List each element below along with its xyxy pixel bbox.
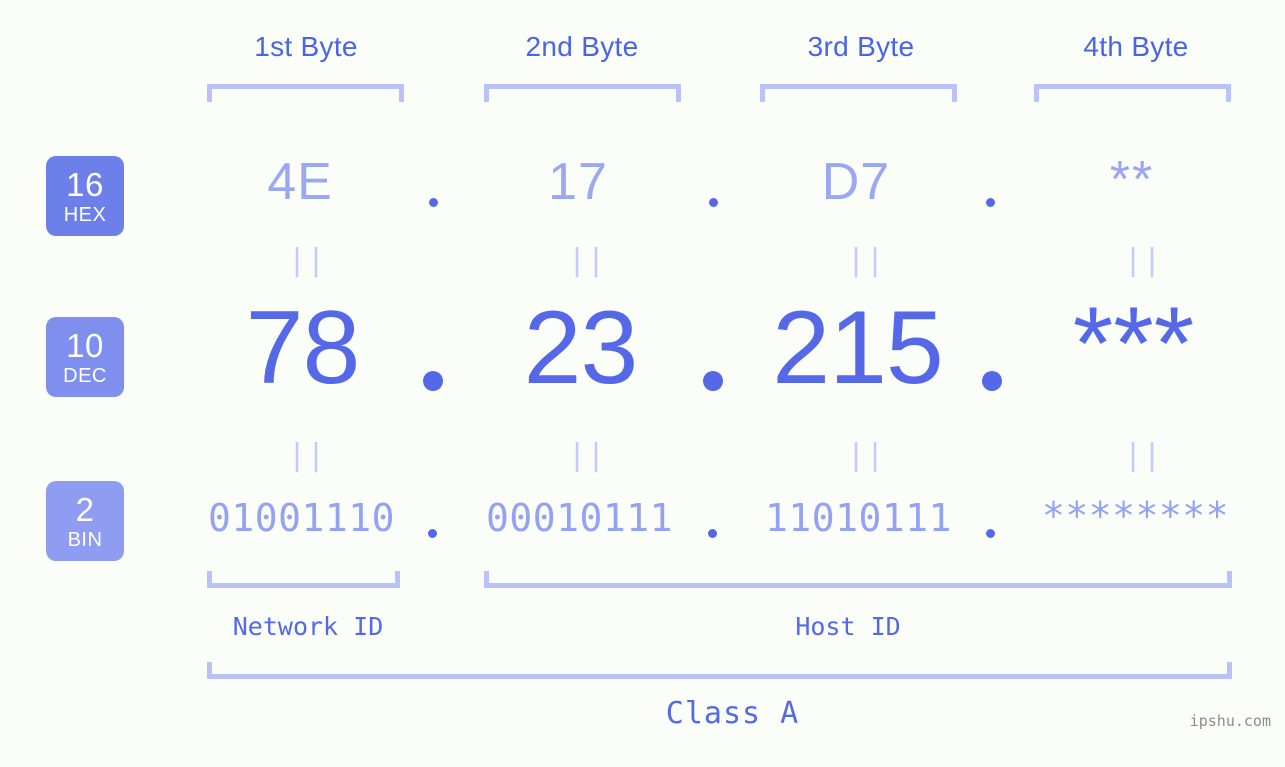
equality-marker-dec-bin-1: || [288, 438, 327, 473]
ip-address-breakdown-diagram: 1st Byte 2nd Byte 3rd Byte 4th Byte 16 H… [0, 0, 1285, 767]
bin-dot-separator-3 [986, 529, 995, 538]
host-id-bracket [484, 571, 1232, 588]
equality-marker-dec-bin-3: || [847, 438, 886, 473]
dec-byte-4: *** [1072, 286, 1195, 402]
hex-byte-3: D7 [821, 153, 891, 211]
dec-byte-1: 78 [245, 290, 361, 406]
bin-byte-2: 00010111 [485, 496, 674, 540]
dec-dot-separator-1 [423, 371, 443, 391]
dec-byte-2: 23 [523, 290, 639, 406]
base-badge-bin-number: 2 [75, 490, 95, 528]
byte-header-4: 4th Byte [1083, 31, 1189, 62]
network-id-label: Network ID [232, 612, 384, 641]
bin-byte-4: ******** [1041, 494, 1230, 538]
class-label: Class A [665, 696, 800, 731]
bin-dot-separator-2 [708, 529, 717, 538]
hex-dot-separator-2 [709, 198, 718, 207]
host-id-label: Host ID [795, 612, 901, 641]
base-badge-hex-number: 16 [66, 165, 104, 203]
hex-byte-4: ** [1109, 151, 1155, 209]
class-bracket [207, 662, 1232, 679]
byte-bracket-3 [760, 84, 957, 102]
hex-dot-separator-1 [429, 198, 438, 207]
byte-bracket-1 [207, 84, 404, 102]
hex-byte-2: 17 [548, 153, 608, 211]
equality-marker-dec-bin-2: || [568, 438, 607, 473]
hex-byte-1: 4E [267, 153, 333, 211]
watermark: ipshu.com [1189, 712, 1271, 730]
base-badge-dec: 10 DEC [46, 317, 124, 397]
byte-header-1: 1st Byte [254, 31, 358, 62]
network-id-bracket [207, 571, 400, 588]
equality-marker-hex-dec-4: || [1124, 243, 1163, 278]
byte-bracket-2 [484, 84, 681, 102]
byte-bracket-4 [1034, 84, 1231, 102]
base-badge-bin-name: BIN [67, 528, 103, 551]
base-badge-hex-name: HEX [63, 203, 107, 226]
base-badge-hex: 16 HEX [46, 156, 124, 236]
byte-header-2: 2nd Byte [525, 31, 639, 62]
byte-header-3: 3rd Byte [807, 31, 915, 62]
dec-dot-separator-2 [703, 371, 723, 391]
bin-dot-separator-1 [428, 529, 437, 538]
hex-dot-separator-3 [986, 198, 995, 207]
equality-marker-hex-dec-2: || [568, 243, 607, 278]
base-badge-bin: 2 BIN [46, 481, 124, 561]
bin-byte-3: 11010111 [764, 496, 953, 540]
bin-byte-1: 01001110 [207, 496, 396, 540]
dec-byte-3: 215 [772, 290, 944, 406]
base-badge-dec-name: DEC [63, 364, 107, 387]
equality-marker-dec-bin-4: || [1124, 438, 1163, 473]
dec-dot-separator-3 [982, 371, 1002, 391]
equality-marker-hex-dec-3: || [847, 243, 886, 278]
base-badge-dec-number: 10 [66, 326, 104, 364]
equality-marker-hex-dec-1: || [288, 243, 327, 278]
